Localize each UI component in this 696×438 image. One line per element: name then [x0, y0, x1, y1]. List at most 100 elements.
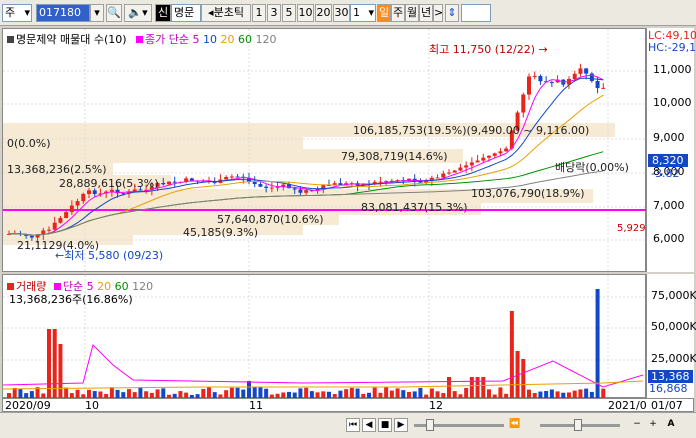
- zoom-in-button[interactable]: +: [646, 418, 660, 432]
- interval-button-30[interactable]: 30: [333, 4, 350, 22]
- volume-chart-panel[interactable]: 거래량 단순 5 20 60 120 13,368,236주(16.86%): [2, 274, 647, 399]
- legend-ma-60: 60: [238, 33, 253, 46]
- updown-arrow-icon: ⇕: [447, 6, 457, 19]
- candle-body: [269, 187, 274, 189]
- chevron-down-icon: ▾: [24, 6, 30, 19]
- candle-body: [527, 76, 531, 95]
- market-select[interactable]: 주 ▾: [2, 4, 32, 22]
- hc-label: HC:-29,1: [648, 41, 696, 54]
- candle-body: [161, 183, 166, 185]
- volume-tick-label: 50,000K: [651, 320, 696, 333]
- legend-series-name: 명문제약 매물대 수(10): [16, 33, 127, 46]
- current-price-tag: 8,320: [648, 154, 688, 167]
- current-volume-text: 13,368,236주(16.86%): [9, 293, 133, 306]
- stock-name: 명문: [171, 4, 201, 22]
- volume-profile-label: 79,308,719(14.6%): [341, 150, 448, 163]
- candle-body: [172, 181, 177, 183]
- price-chart-panel[interactable]: 명문제약 매물대 수(10) 종가 단순 5 10 20 60 120 최고 1…: [2, 28, 647, 273]
- volume-bar: [481, 377, 486, 399]
- sound-button[interactable]: 🔈▾: [124, 4, 152, 22]
- count-select[interactable]: 1 ▾: [350, 4, 376, 22]
- volume-tick-label: 25,000K: [651, 352, 696, 365]
- next-button[interactable]: >: [433, 4, 443, 22]
- price-y-axis: LC:49,10 HC:-29,1 11,000 10,000 9,000 8,000…: [646, 28, 696, 272]
- interval-button-10[interactable]: 10: [297, 4, 314, 22]
- candle-body: [58, 217, 63, 223]
- volume-profile-label: 57,640,870(10.6%): [217, 213, 324, 226]
- candle-body: [469, 162, 474, 166]
- volume-profile-label: 83,081,437(15.3%): [361, 201, 468, 214]
- candle-body: [578, 68, 583, 74]
- week-button[interactable]: 주: [391, 4, 405, 22]
- moving-average-line: [8, 77, 604, 236]
- interval-button-1[interactable]: 1: [252, 4, 266, 22]
- candle-body: [378, 181, 383, 183]
- candle-body: [601, 87, 606, 89]
- candle-body: [441, 173, 446, 178]
- x-axis-label: 2021/0: [608, 399, 647, 412]
- next-play-button[interactable]: ▶: [394, 418, 408, 432]
- zoom-thumb[interactable]: [574, 419, 582, 431]
- updown-button[interactable]: ⇕: [445, 4, 459, 22]
- volume-bar: [58, 344, 63, 399]
- code-dropdown-button[interactable]: ▾: [90, 4, 104, 22]
- candle-body: [292, 188, 297, 190]
- interval-button-20[interactable]: 20: [315, 4, 332, 22]
- volume-bar: [447, 377, 451, 399]
- candle-body: [252, 181, 257, 185]
- stop-button[interactable]: ■: [378, 418, 392, 432]
- legend-square-icon: [7, 36, 14, 43]
- month-button[interactable]: 월: [405, 4, 419, 22]
- minus-icon: −: [633, 419, 641, 429]
- volume-profile-label: 배당락(0.00%): [555, 161, 629, 174]
- candle-body: [464, 165, 469, 168]
- candle-body: [224, 177, 229, 180]
- candle-body: [287, 184, 291, 189]
- x-axis-label: 11: [249, 399, 263, 412]
- candle-body: [492, 153, 497, 156]
- interval-button-3[interactable]: 3: [267, 4, 281, 22]
- candle-body: [447, 172, 451, 174]
- x-axis: 2020/09 10 11 12 2021/0 01/07: [2, 398, 694, 412]
- auto-scale-button[interactable]: A: [664, 418, 678, 432]
- speaker-icon: 🔈▾: [128, 6, 148, 19]
- candle-body: [584, 68, 589, 74]
- moving-average-line: [8, 74, 604, 236]
- chart-toolbar: 주 ▾ 017180 ▾ 🔍 🔈▾ 신 명문 ◂분초틱 1 3 5 10 20 30 1 ▾ …: [0, 0, 696, 26]
- legend-square-icon: [136, 36, 144, 43]
- code-input[interactable]: 017180: [36, 4, 90, 22]
- legend-square-icon: [53, 283, 61, 290]
- extra-input[interactable]: [461, 4, 491, 22]
- play-icon: ▶: [397, 420, 405, 430]
- zoom-out-button[interactable]: −: [630, 418, 644, 432]
- first-button[interactable]: ⏮: [346, 418, 360, 432]
- volume-bar: [595, 289, 600, 399]
- credit-badge[interactable]: 신: [155, 4, 171, 22]
- candle-body: [458, 167, 463, 171]
- candle-body: [81, 193, 86, 202]
- period-unit-button[interactable]: ◂분초틱: [201, 4, 251, 22]
- volume-bar: [521, 359, 526, 399]
- prev-button[interactable]: ◀: [362, 418, 376, 432]
- volume-profile-label: 103,076,790(18.9%): [471, 187, 585, 200]
- interval-button-5[interactable]: 5: [282, 4, 296, 22]
- search-button[interactable]: 🔍: [106, 4, 122, 22]
- volume-profile-label: 45,185(9.3%): [183, 226, 259, 239]
- volume-tick-label: 75,000K: [651, 289, 696, 302]
- candle-body: [452, 170, 457, 173]
- scroll-thumb[interactable]: [426, 419, 434, 431]
- candle-body: [29, 235, 34, 238]
- candle-body: [304, 190, 309, 193]
- candle-body: [64, 212, 69, 218]
- volume-profile-label: 28,889,616(5.3%): [59, 177, 159, 190]
- chevron-down-icon: ▾: [368, 6, 374, 19]
- search-icon: 🔍: [107, 6, 121, 19]
- count-value: 1: [353, 6, 360, 19]
- rewind-button[interactable]: ⏪: [508, 418, 522, 432]
- price-tick-label: 11,000: [653, 63, 692, 76]
- price-tick-label: 7,000: [653, 199, 685, 212]
- day-button[interactable]: 일: [377, 4, 391, 22]
- candle-body: [235, 176, 240, 178]
- year-button[interactable]: 년: [419, 4, 433, 22]
- candle-body: [481, 157, 486, 161]
